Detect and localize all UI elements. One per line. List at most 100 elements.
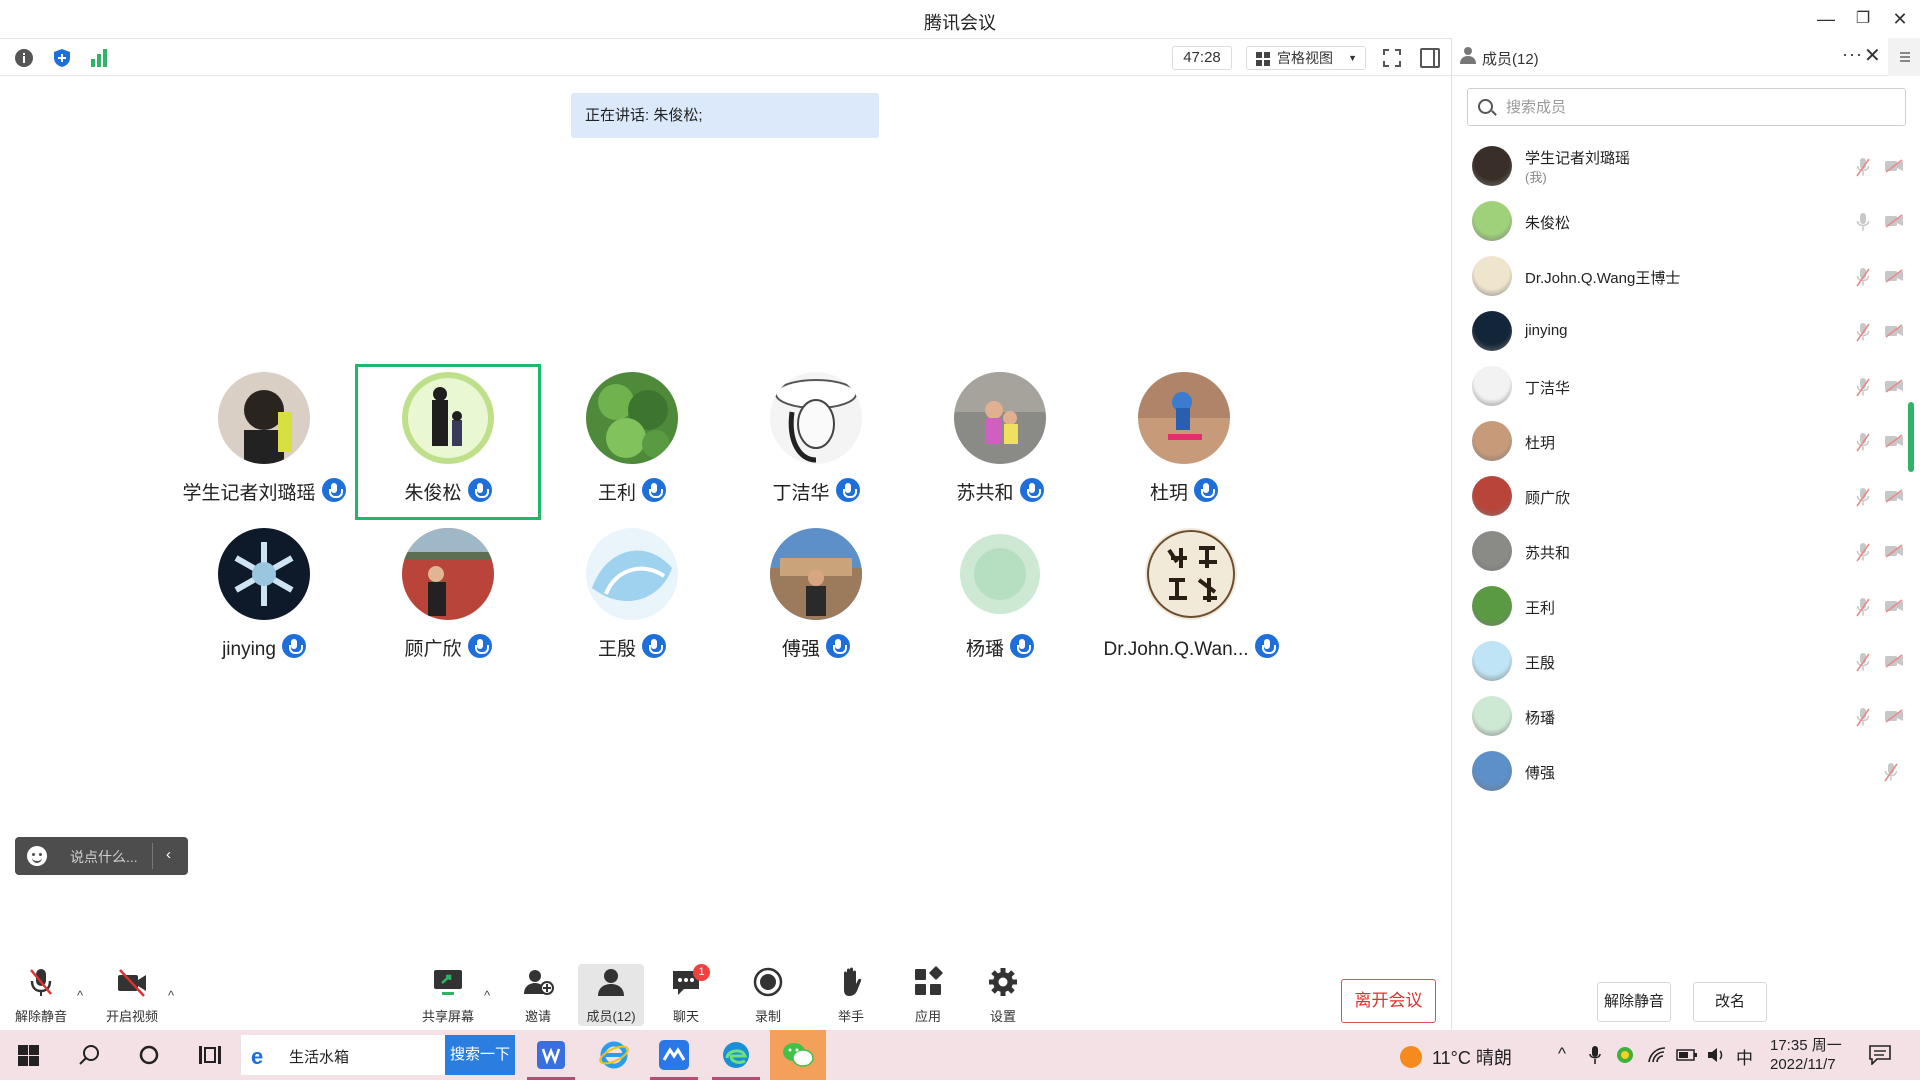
mic-muted-icon[interactable]	[1856, 322, 1870, 342]
participant-tile[interactable]: 苏共和	[907, 364, 1093, 520]
taskbar-search-text[interactable]: 生活水箱	[289, 1046, 349, 1067]
video-off-icon[interactable]	[1884, 599, 1904, 613]
weather-widget[interactable]: 11°C 晴朗	[1400, 1044, 1512, 1070]
input-method-indicator[interactable]: 中	[1736, 1044, 1753, 1069]
emoji-icon[interactable]	[27, 846, 47, 866]
microphone-icon[interactable]	[1589, 1046, 1601, 1064]
member-row[interactable]: 顾广欣	[1452, 469, 1903, 524]
notification-center-icon[interactable]	[1869, 1045, 1891, 1065]
member-row[interactable]: 傅强	[1452, 744, 1898, 799]
restore-button[interactable]: ❐	[1845, 4, 1881, 34]
participant-tile[interactable]: 王殷	[539, 520, 725, 676]
search-icon[interactable]	[78, 1044, 100, 1066]
close-window-button[interactable]: ✕	[1882, 4, 1918, 34]
mic-muted-icon[interactable]	[1884, 762, 1898, 782]
mic-muted-icon[interactable]	[1856, 597, 1870, 617]
member-search[interactable]	[1467, 88, 1906, 126]
member-row[interactable]: 学生记者刘璐瑶 (我)	[1452, 139, 1903, 194]
invite-button[interactable]: 邀请	[505, 964, 571, 1026]
view-mode-select[interactable]: 宫格视图 ▼	[1246, 46, 1366, 70]
leave-meeting-button[interactable]: 离开会议	[1341, 979, 1436, 1023]
participant-tile[interactable]: Dr.John.Q.Wan...	[1091, 520, 1291, 676]
member-row[interactable]: Dr.John.Q.Wang王博士	[1452, 249, 1903, 304]
raise-hand-button[interactable]: 举手	[818, 964, 884, 1026]
battery-icon[interactable]	[1676, 1047, 1698, 1063]
participant-tile[interactable]: 傅强	[723, 520, 909, 676]
record-button[interactable]: 录制	[735, 964, 801, 1026]
show-hidden-icons[interactable]: ^	[1558, 1044, 1566, 1064]
video-off-icon[interactable]	[1884, 654, 1904, 668]
member-row[interactable]: 杨璠	[1452, 689, 1903, 744]
network-signal-icon[interactable]	[88, 48, 110, 68]
taskbar-app-wps[interactable]	[523, 1030, 579, 1080]
volume-icon[interactable]	[1706, 1046, 1726, 1064]
chevron-up-icon[interactable]: ^	[168, 988, 174, 1003]
settings-button[interactable]: 设置	[970, 964, 1036, 1026]
video-off-icon[interactable]	[1884, 379, 1904, 393]
taskbar-search-button[interactable]: 搜索一下	[445, 1035, 515, 1075]
mic-muted-icon[interactable]	[1856, 157, 1870, 177]
chevron-up-icon[interactable]: ^	[484, 988, 490, 1003]
video-off-icon[interactable]	[1884, 269, 1904, 283]
mic-muted-icon[interactable]	[1856, 487, 1870, 507]
members-button[interactable]: 成员(12)	[578, 964, 644, 1026]
system-clock[interactable]: 17:35 周一 2022/11/7	[1770, 1036, 1842, 1074]
rename-button[interactable]: 改名	[1693, 982, 1767, 1022]
start-video-button[interactable]: 开启视频	[99, 964, 165, 1026]
mic-muted-icon[interactable]	[1856, 542, 1870, 562]
member-row[interactable]: 杜玥	[1452, 414, 1903, 469]
participant-tile[interactable]: 顾广欣	[355, 520, 541, 676]
chevron-left-icon[interactable]: ‹	[166, 846, 171, 863]
close-panel-icon[interactable]: ✕	[1864, 43, 1881, 68]
security-shield-icon[interactable]	[51, 48, 73, 68]
member-row[interactable]: 王利	[1452, 579, 1903, 634]
panel-menu-icon[interactable]	[1888, 38, 1920, 76]
quick-chat-placeholder[interactable]: 说点什么...	[70, 847, 138, 867]
taskbar-app-edge[interactable]	[708, 1030, 764, 1080]
chevron-up-icon[interactable]: ^	[77, 988, 83, 1003]
unmute-all-button[interactable]: 解除静音	[1597, 982, 1671, 1022]
taskbar-app-tencent-meeting[interactable]	[646, 1030, 702, 1080]
security-app-icon[interactable]	[1616, 1046, 1634, 1064]
windows-start-icon[interactable]	[18, 1045, 39, 1066]
taskbar-search-box[interactable]: e 生活水箱	[241, 1035, 445, 1075]
quick-chat-bar[interactable]: 说点什么... ‹	[15, 837, 188, 875]
participant-tile-active[interactable]: 朱俊松	[355, 364, 541, 520]
wifi-icon[interactable]	[1647, 1046, 1667, 1064]
info-icon[interactable]	[13, 48, 35, 68]
taskbar-app-wechat[interactable]	[770, 1030, 826, 1080]
mic-muted-icon[interactable]	[1856, 267, 1870, 287]
toggle-sidebar-icon[interactable]	[1420, 48, 1440, 68]
member-search-input[interactable]	[1506, 97, 1886, 117]
mic-muted-icon[interactable]	[1856, 707, 1870, 727]
participant-tile[interactable]: jinying	[171, 520, 357, 676]
video-off-icon[interactable]	[1884, 214, 1904, 228]
participant-tile[interactable]: 杨璠	[907, 520, 1093, 676]
member-row[interactable]: 王殷	[1452, 634, 1903, 689]
video-off-icon[interactable]	[1884, 324, 1904, 338]
mic-icon[interactable]	[1856, 212, 1870, 232]
member-row[interactable]: 苏共和	[1452, 524, 1903, 579]
participant-tile[interactable]: 学生记者刘璐瑶	[171, 364, 357, 520]
mic-muted-icon[interactable]	[1856, 652, 1870, 672]
video-off-icon[interactable]	[1884, 544, 1904, 558]
chat-button[interactable]: 1 聊天	[653, 964, 719, 1026]
mic-muted-icon[interactable]	[1856, 377, 1870, 397]
member-row[interactable]: jinying	[1452, 304, 1903, 359]
mic-muted-icon[interactable]	[1856, 432, 1870, 452]
video-off-icon[interactable]	[1884, 709, 1904, 723]
scrollbar-thumb[interactable]	[1908, 402, 1914, 472]
taskbar-app-ie[interactable]	[586, 1030, 642, 1080]
minimize-button[interactable]: —	[1808, 4, 1844, 34]
share-screen-button[interactable]: 共享屏幕	[415, 964, 481, 1026]
participant-tile[interactable]: 杜玥	[1091, 364, 1277, 520]
fullscreen-icon[interactable]	[1382, 48, 1402, 68]
unmute-button[interactable]: 解除静音	[8, 964, 74, 1026]
member-row[interactable]: 朱俊松	[1452, 194, 1903, 249]
participant-tile[interactable]: 王利	[539, 364, 725, 520]
member-row[interactable]: 丁洁华	[1452, 359, 1903, 414]
apps-button[interactable]: 应用	[895, 964, 961, 1026]
video-off-icon[interactable]	[1884, 159, 1904, 173]
task-view-icon[interactable]	[198, 1044, 222, 1066]
participant-tile[interactable]: 丁洁华	[723, 364, 909, 520]
